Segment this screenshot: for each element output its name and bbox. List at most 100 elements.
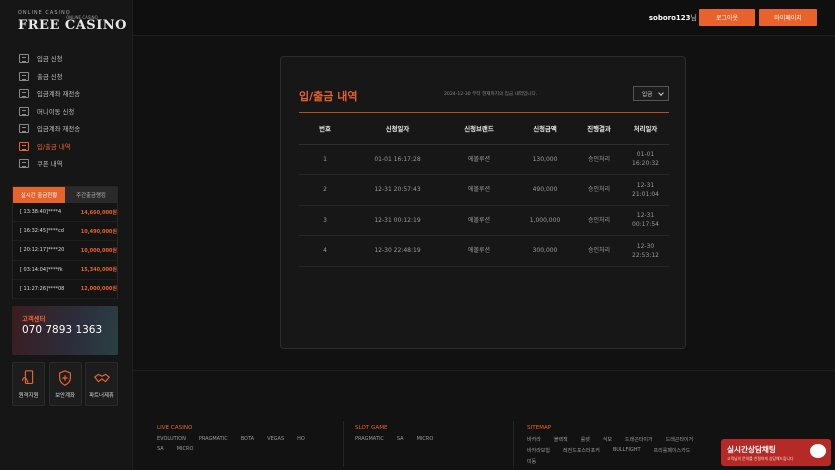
footer-link[interactable]: SA: [157, 446, 164, 452]
tab-weekly-ranking[interactable]: 주간출금랭킹: [65, 187, 117, 203]
footer-link[interactable]: MICRO: [417, 436, 434, 442]
secure-account-button[interactable]: 보안계좌: [48, 362, 82, 406]
row-amount: 10,000,000원: [80, 247, 117, 254]
footer-divider: [513, 421, 514, 467]
list-item: [ 03:14:04] ****fk 15,340,000원: [13, 261, 117, 280]
type-select-value: 입금: [642, 91, 653, 98]
footer-link[interactable]: 드래곤타이거: [625, 436, 653, 443]
chat-title: 실시간상담채팅: [727, 445, 776, 454]
footer-divider: [343, 421, 344, 467]
partner-button[interactable]: 파트너제휴: [85, 362, 118, 406]
footer-link[interactable]: 블랙잭: [554, 436, 568, 443]
live-tabs: 실시간 출금현황 주간출금랭킹: [13, 187, 117, 203]
remote-support-icon: [21, 370, 33, 384]
footer-link[interactable]: EVOLUTION: [157, 436, 186, 442]
footer-link[interactable]: 룰렛: [581, 436, 590, 443]
processed-date: 01-01: [636, 151, 655, 159]
username-suffix: 님: [690, 14, 697, 22]
table-row: 4 12-30 22:48:19 에볼루션 300,000 승인처리 12-30…: [299, 235, 669, 267]
title-divider: [299, 112, 669, 113]
sidebar-item-history[interactable]: 입/출금 내역: [19, 138, 129, 156]
footer-link[interactable]: BULLFIGHT: [613, 447, 641, 454]
footer-link[interactable]: 바카라: [527, 436, 541, 443]
footer-link[interactable]: 드래곤타이거: [666, 436, 694, 443]
sidebar-item-label: 입금 신청: [37, 55, 63, 64]
row-user: ****cd: [47, 228, 64, 235]
footer-heading: SITEMAP: [527, 425, 552, 431]
processed-time: 22:53:12: [632, 251, 659, 259]
sidebar-item-money-transfer[interactable]: 머니이동 신청: [19, 103, 129, 121]
footer-link[interactable]: HO: [297, 436, 305, 442]
logo[interactable]: ONLINE CASINO ONLINE CASINO FREE CASINO: [18, 10, 127, 34]
customer-center-banner[interactable]: 고객센터 070 7893 1363: [12, 306, 118, 355]
cell-result: 승인처리: [576, 235, 622, 267]
sidebar-item-coupon[interactable]: 쿠폰 내역: [19, 155, 129, 173]
footer-links: EVOLUTION PRAGMATIC BOTA VEGAS HO SA MIC…: [157, 436, 337, 456]
logout-button[interactable]: 로그아웃: [699, 9, 755, 26]
sidebar: ONLINE CASINO ONLINE CASINO FREE CASINO …: [0, 0, 133, 470]
footer-link[interactable]: 프리롤페이스카드: [654, 447, 691, 454]
user-greeting: soboro123님: [649, 13, 697, 23]
footer-links: PRAGMATIC SA MICRO: [355, 436, 515, 446]
col-header: 처리일자: [622, 114, 669, 145]
footer-live-casino: LIVE CASINO EVOLUTION PRAGMATIC BOTA VEG…: [157, 425, 337, 456]
table-row: 1 01-01 16:17:28 에볼루션 130,000 승인처리 01-01…: [299, 144, 669, 175]
footer-link[interactable]: PRAGMATIC: [199, 436, 228, 442]
cell-result: 승인처리: [576, 205, 622, 236]
footer-link[interactable]: 레전드포스터포커: [563, 447, 600, 454]
row-time: [ 11:27:26]: [20, 285, 48, 292]
remote-support-button[interactable]: 원격지원: [12, 362, 45, 406]
sidebar-item-account-resend[interactable]: 입금계좌 재전송: [19, 85, 129, 103]
chat-subtitle: 고객님의 문의를 친절하게 상담해드립니다: [727, 456, 794, 461]
sidebar-item-label: 입/출금 내역: [37, 142, 71, 151]
processed-time: 16:20:32: [632, 160, 659, 168]
row-amount: 12,000,000원: [80, 286, 117, 293]
coupon-icon: [19, 159, 29, 169]
sidebar-item-withdraw[interactable]: 출금 신청: [19, 68, 129, 86]
cell-no: 1: [299, 144, 351, 175]
row-time: [ 03:14:04]: [20, 266, 48, 273]
cell-brand: 에볼루션: [444, 174, 514, 206]
processed-date: 12-30: [636, 242, 655, 250]
footer-links: 바카라 블랙잭 룰렛 식보 드래곤타이거 드래곤타이거 바카라보험 레전드포스터…: [527, 436, 717, 469]
chevron-down-icon: [658, 90, 664, 96]
processed-time: 00:17:54: [632, 221, 659, 229]
cell-date: 01-01 16:17:28: [351, 144, 444, 175]
type-select[interactable]: 입금: [633, 86, 669, 101]
footer-link[interactable]: 식보: [603, 436, 612, 443]
footer-link[interactable]: MICRO: [177, 446, 194, 452]
row-time: [ 16:32:45]: [20, 228, 48, 235]
list-item: [ 20:12:17] ****20 10,000,000원: [13, 241, 117, 261]
footer-link[interactable]: 바카라보험: [527, 447, 550, 454]
table-row: 2 12-31 20:57:43 에볼루션 490,000 승인처리 12-31…: [299, 174, 669, 206]
footer-link[interactable]: PRAGMATIC: [355, 436, 384, 442]
cell-processed: 12-30 22:53:12: [622, 235, 669, 267]
row-time: [ 20:12:17]: [20, 247, 48, 254]
tab-live-withdraw[interactable]: 실시간 출금현황: [13, 187, 65, 203]
col-header: 신청금액: [514, 114, 576, 145]
list-item: [ 11:27:26] ****08 12,000,000원: [13, 280, 117, 299]
cs-title: 고객센터: [22, 315, 46, 323]
sidebar-item-account-resend-2[interactable]: 입금계좌 재전송: [19, 120, 129, 138]
footer-link[interactable]: SA: [397, 436, 404, 442]
history-table: 번호 신청일자 신청브랜드 신청금액 진행결과 처리일자 1 01-01 16:…: [299, 114, 669, 267]
sidebar-item-deposit[interactable]: 입금 신청: [19, 50, 129, 68]
list-item: [ 16:32:45] ****cd 10,490,000원: [13, 222, 117, 242]
col-header: 번호: [299, 114, 351, 145]
chat-bubble-icon: [810, 444, 826, 458]
history-icon: [19, 141, 29, 151]
cell-amount: 300,000: [514, 235, 576, 267]
cell-date: 12-31 20:57:43: [351, 174, 444, 206]
footer-link[interactable]: VEGAS: [267, 436, 284, 442]
footer-link[interactable]: 미동: [527, 458, 536, 465]
cell-amount: 490,000: [514, 174, 576, 206]
footer-link[interactable]: BOTA: [241, 436, 254, 442]
quick-label: 원격지원: [18, 393, 39, 399]
live-chat-button[interactable]: 실시간상담채팅 고객님의 문의를 친절하게 상담해드립니다: [721, 439, 831, 466]
sidebar-menu: 입금 신청 출금 신청 입금계좌 재전송 머니이동 신청 입금계좌 재전송 입/…: [19, 50, 129, 173]
sidebar-item-label: 입금계좌 재전송: [37, 125, 81, 134]
row-user: ****08: [47, 285, 65, 292]
logo-text: FREE CASINO: [18, 18, 127, 33]
mypage-button[interactable]: 마이페이지: [759, 9, 817, 26]
cell-result: 승인처리: [576, 174, 622, 206]
